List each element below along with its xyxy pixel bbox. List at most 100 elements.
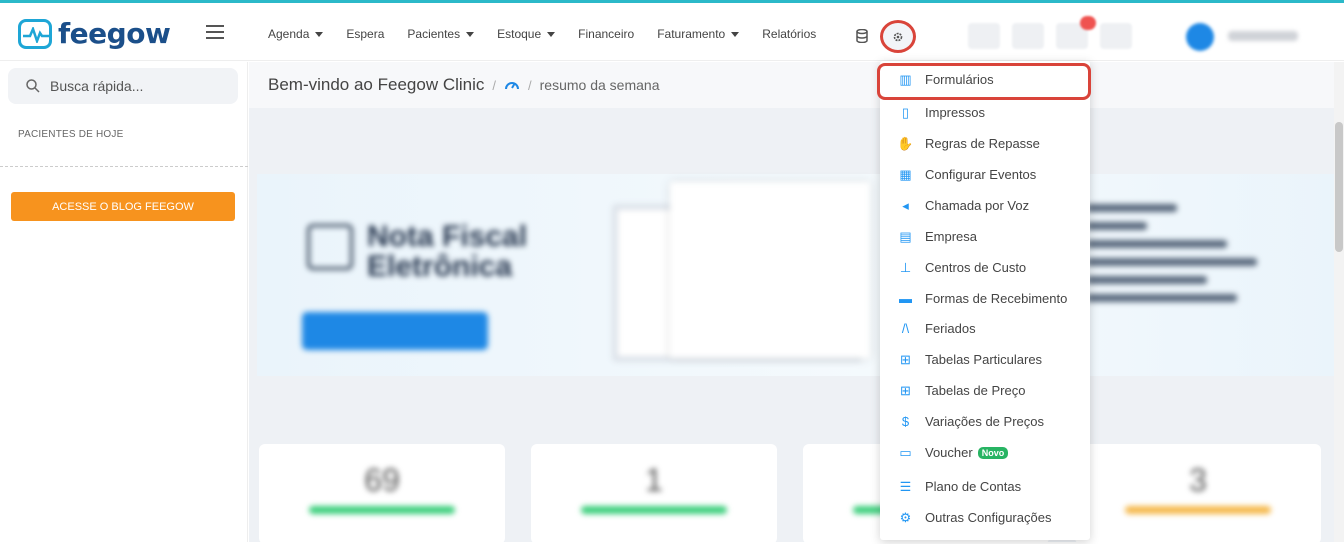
nav-label: Relatórios [762,27,817,41]
search-icon [26,79,40,93]
handshake-icon: ✋ [897,135,914,151]
calendar-icon: ▦ [899,166,912,182]
stat-card[interactable]: 1 [531,444,777,544]
database-icon[interactable] [856,28,868,48]
menu-item-plano-contas[interactable]: ☰ Plano de Contas [880,478,1090,495]
menu-item-label: Empresa [925,229,978,244]
new-badge: Novo [977,446,1009,459]
page-title: Bem-vindo ao Feegow Clinic [268,75,485,94]
speaker-icon: ◂ [902,197,909,213]
quick-search-input[interactable]: Busca rápida... [8,68,238,104]
username[interactable] [1228,31,1298,41]
caret-down-icon [315,31,324,37]
stat-label [581,506,727,514]
settings-dropdown-menu: ▥ Formulários ▯ Impressos ✋ Regras de Repas… [880,61,1090,540]
nav-relatorios[interactable]: Relatórios [762,27,816,41]
toolbar-icon[interactable] [968,23,1000,49]
banner-title: Nota Fiscal Eletrônica [367,222,527,282]
scrollbar[interactable] [1334,62,1344,542]
menu-toggle-icon[interactable] [206,25,224,39]
top-bar: feegow Agenda Espera Pacientes Estoque F… [0,3,1344,61]
menu-item-empresa[interactable]: ▤ Empresa [880,228,1090,245]
nav-label: Estoque [497,27,542,41]
road-icon: /\ [901,321,910,336]
menu-item-label: Feriados [925,321,976,336]
banner-screenshot [670,182,870,358]
stat-value: 1 [645,462,663,498]
menu-item-tabelas-particulares[interactable]: ⊞ Tabelas Particulares [880,352,1090,368]
breadcrumb-separator: / [528,77,532,93]
caret-down-icon [466,31,475,37]
menu-item-label: Formas de Recebimento [925,291,1068,306]
banner-title-line: Nota Fiscal [367,220,528,253]
nav-estoque[interactable]: Estoque [497,27,556,41]
invoice-icon [307,224,353,270]
menu-item-outras-configuracoes[interactable]: ⚙ Outras Configurações [880,509,1090,526]
banner-cta-button[interactable] [302,312,488,350]
stat-card[interactable]: 69 [259,444,505,544]
menu-item-label: Outras Configurações [925,510,1052,525]
nav-agenda[interactable]: Agenda [268,27,324,41]
blog-button[interactable]: ACESSE O BLOG FEEGOW [11,192,235,221]
nav-espera[interactable]: Espera [346,27,384,41]
divider [0,166,248,167]
menu-item-tabelas-preco[interactable]: ⊞ Tabelas de Preço [880,383,1090,399]
main-content: Bem-vindo ao Feegow Clinic / / resumo da… [249,62,1344,544]
toolbar-icon[interactable] [1100,23,1132,49]
nav-faturamento[interactable]: Faturamento [657,27,740,41]
scrollbar-thumb[interactable] [1335,122,1343,252]
nav-label: Financeiro [578,27,635,41]
dollar-icon: $ [901,414,910,429]
menu-item-voucher[interactable]: ▭ Voucher Novo [880,445,1090,460]
stat-value: 69 [364,462,400,498]
menu-item-configurar-eventos[interactable]: ▦ Configurar Eventos [880,166,1090,183]
menu-item-variacoes-precos[interactable]: $ Variações de Preços [880,414,1090,429]
menu-item-label: Plano de Contas [925,479,1022,494]
nav-label: Agenda [268,27,310,41]
gears-icon: ⚙ [899,509,912,525]
menu-item-label: Chamada por Voz [925,198,1030,213]
caret-down-icon [547,31,556,37]
main-nav: Agenda Espera Pacientes Estoque Financei… [268,27,839,41]
nav-label: Pacientes [407,27,461,41]
nav-pacientes[interactable]: Pacientes [407,27,475,41]
stat-label [309,506,455,514]
dashboard-icon[interactable] [504,78,520,92]
ticket-icon: ▭ [899,444,912,460]
nav-label: Faturamento [657,27,726,41]
nav-financeiro[interactable]: Financeiro [578,27,634,41]
sidebar: Busca rápida... PACIENTES DE HOJE ACESSE… [0,62,248,542]
menu-item-label: Variações de Preços [925,414,1044,429]
notification-badge [1080,16,1096,30]
menu-item-centros-custo[interactable]: ⊥ Centros de Custo [880,259,1090,276]
menu-item-formas-recebimento[interactable]: ▬ Formas de Recebimento [880,291,1090,306]
menu-item-chamada-voz[interactable]: ◂ Chamada por Voz [880,197,1090,214]
caret-down-icon [731,31,740,37]
breadcrumb-current: resumo da semana [539,77,660,93]
breadcrumb-separator: / [492,77,497,93]
menu-item-impressos[interactable]: ▯ Impressos [880,105,1090,121]
avatar[interactable] [1186,23,1214,51]
gear-icon [893,32,903,41]
stats-cards: 69 1 3 [259,444,1321,544]
logo-heartbeat-icon [18,18,52,49]
settings-gear-button[interactable] [880,20,916,53]
feegow-logo[interactable]: feegow [18,17,171,50]
banner-content: Nota Fiscal Eletrônica [257,174,1344,376]
menu-item-feriados[interactable]: /\ Feriados [880,321,1090,336]
highlight-annotation [877,63,1091,100]
stat-card[interactable]: 3 [1075,444,1321,544]
building-icon: ▤ [899,228,912,244]
banner-title-line: Eletrônica [367,250,513,283]
stat-value: 3 [1189,462,1207,498]
banner-text [1087,204,1287,354]
list-icon: ☰ [899,478,912,494]
breadcrumb: Bem-vindo ao Feegow Clinic / / resumo da… [249,62,1344,108]
nav-label: Espera [346,27,385,41]
toolbar-icon[interactable] [1012,23,1044,49]
menu-item-label: Configurar Eventos [925,167,1037,182]
stat-label [1125,506,1271,514]
sitemap-icon: ⊥ [899,259,912,275]
menu-item-regras-repasse[interactable]: ✋ Regras de Repasse [880,135,1090,152]
promo-banner[interactable]: Nota Fiscal Eletrônica [257,174,1344,376]
